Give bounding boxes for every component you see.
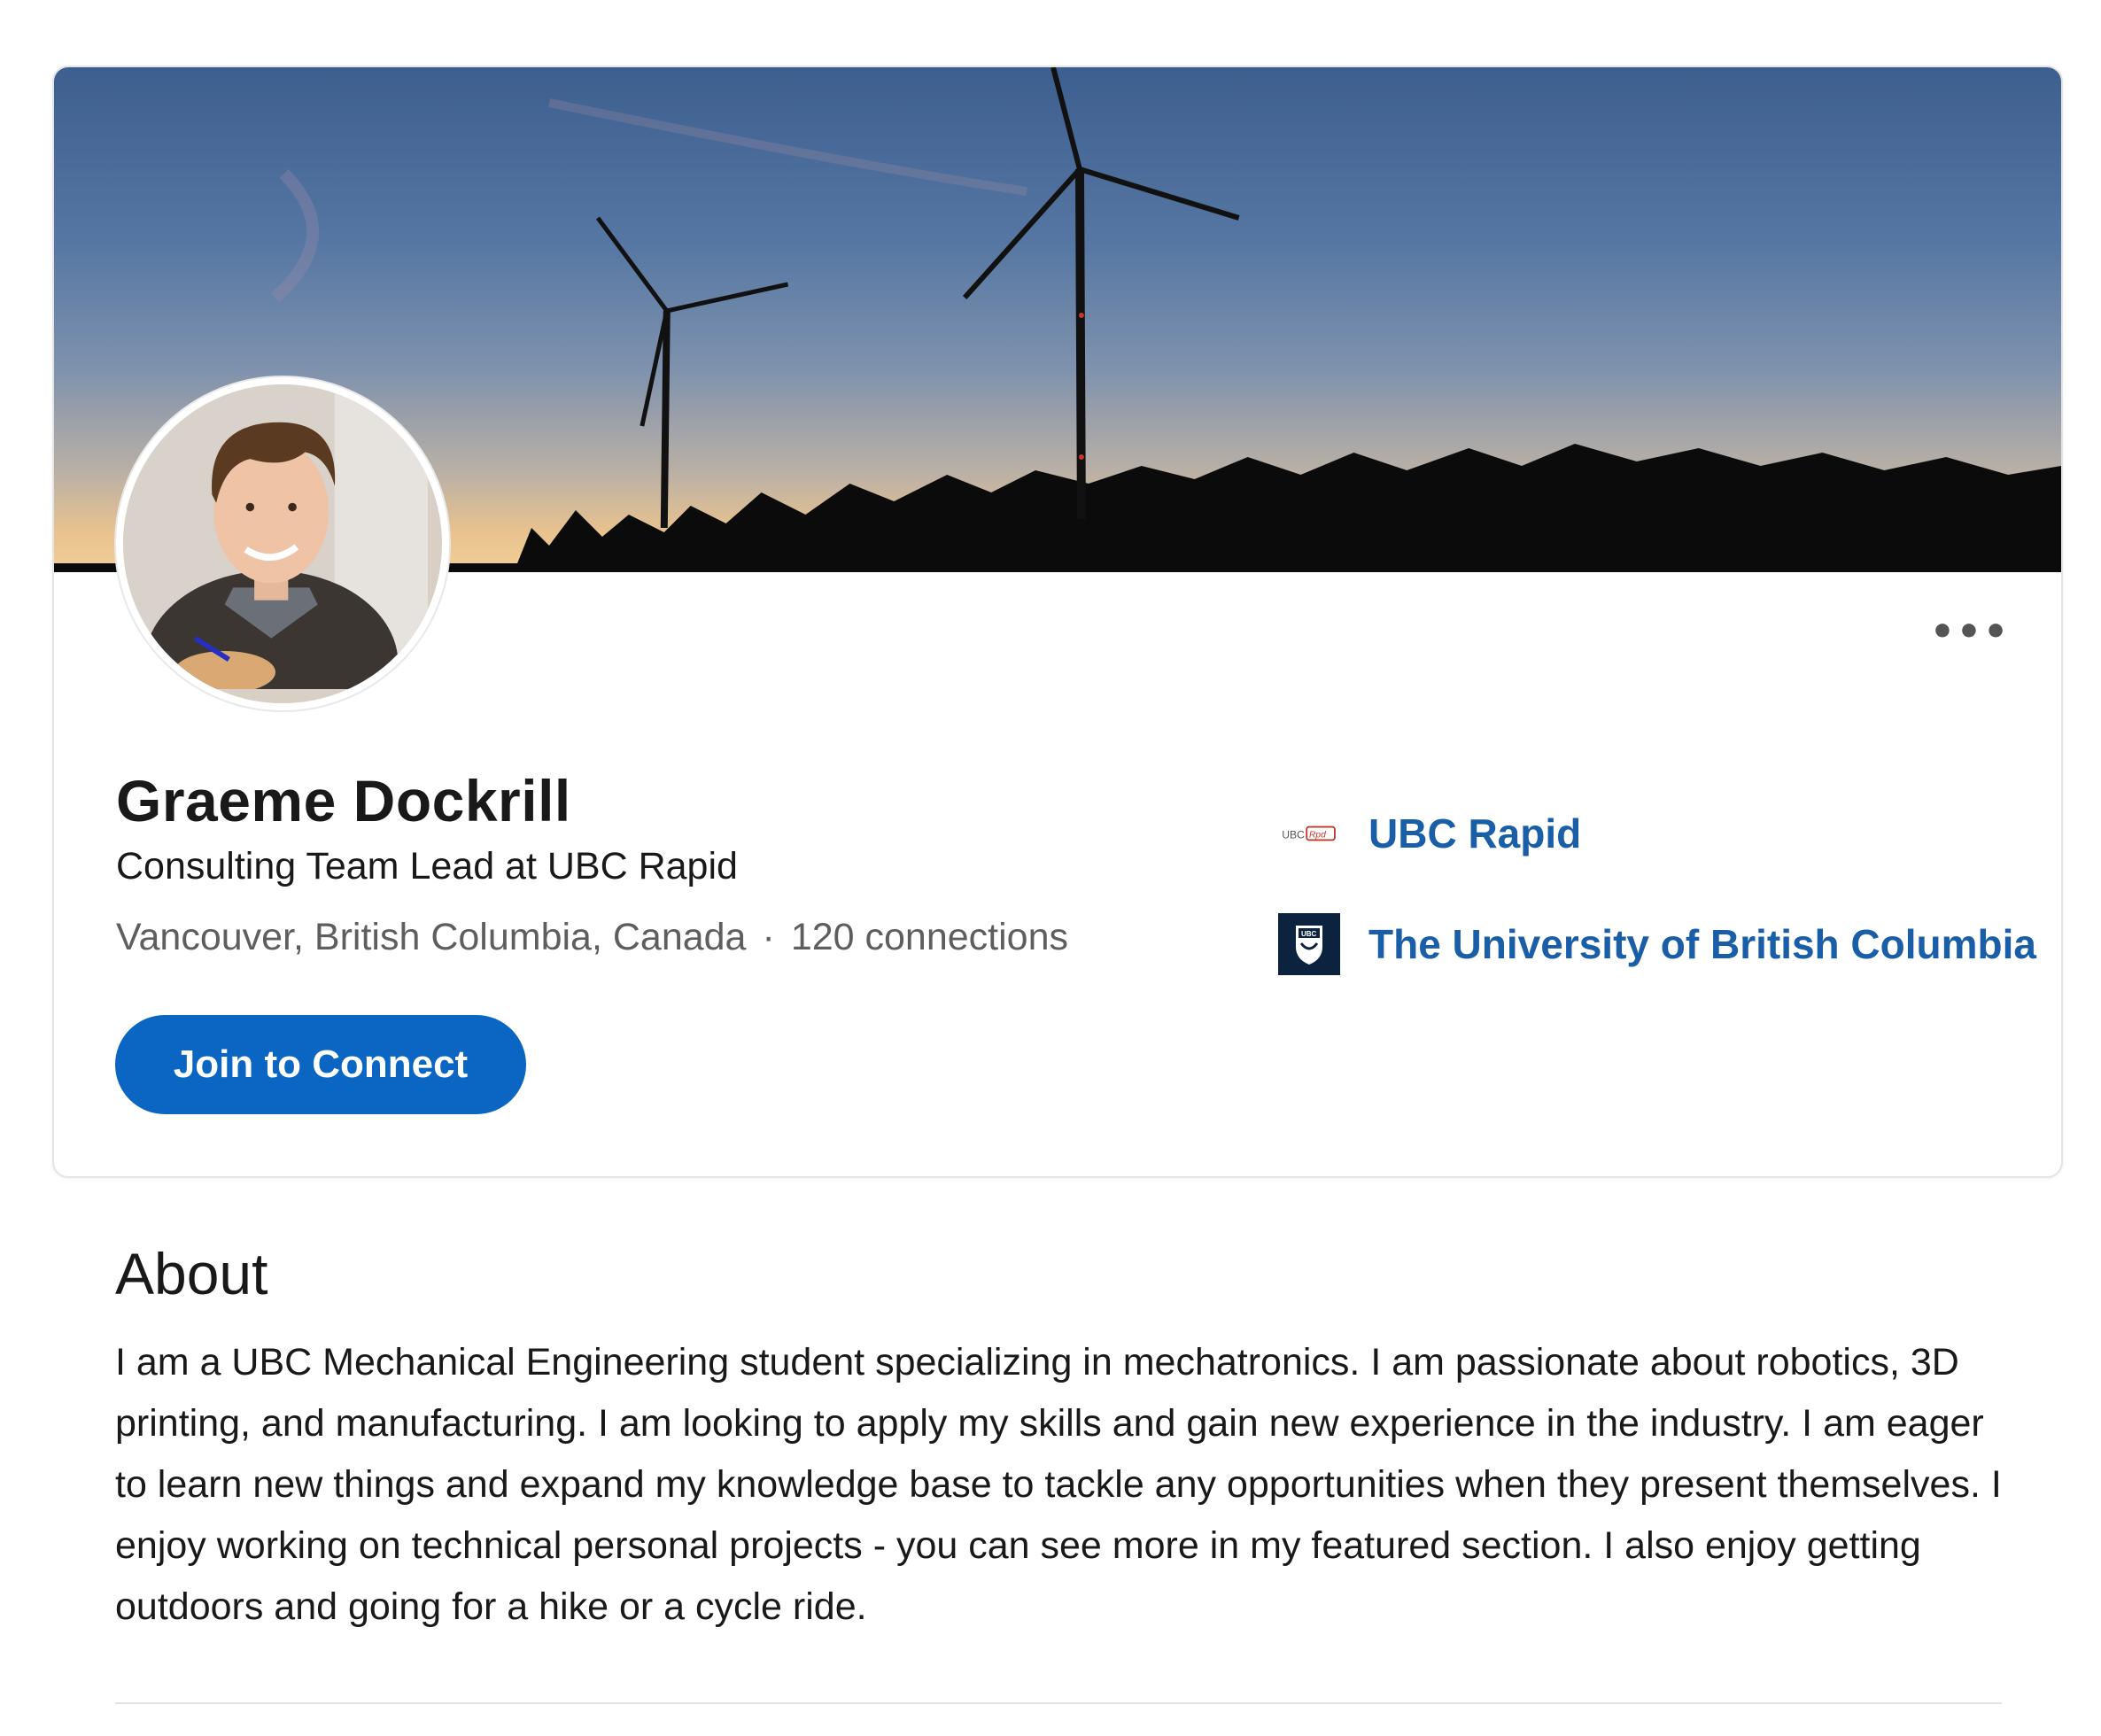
profile-page: ••• Graeme Dockrill Consulting Team Lead… [0, 0, 2101, 1736]
section-divider [115, 1702, 2002, 1704]
affiliation-label: The University of British Columbia [1368, 921, 2036, 967]
profile-card: ••• Graeme Dockrill Consulting Team Lead… [52, 66, 2063, 1178]
avatar-photo [123, 384, 428, 689]
more-icon: ••• [1929, 609, 2011, 655]
affiliation-ubc[interactable]: UBC The University of British Columbia [1278, 913, 2036, 975]
about-text: I am a UBC Mechanical Engineering studen… [115, 1341, 2002, 1628]
about-section: About I am a UBC Mechanical Engineering … [115, 1240, 2002, 1638]
profile-location: Vancouver, British Columbia, Canada [116, 916, 747, 958]
svg-text:UBC: UBC [1282, 829, 1305, 841]
more-options-button[interactable]: ••• [1930, 613, 2008, 661]
profile-meta: Vancouver, British Columbia, Canada · 120 … [116, 916, 1068, 959]
svg-text:UBC: UBC [1301, 930, 1317, 938]
affiliation-label: UBC Rapid [1368, 810, 1582, 856]
affiliation-ubc-rapid[interactable]: UBC Rpd UBC Rapid [1278, 802, 1581, 864]
svg-text:Rpd: Rpd [1309, 831, 1326, 841]
ubc-crest-logo-icon: UBC [1278, 913, 1340, 975]
profile-headline: Consulting Team Lead at UBC Rapid [116, 845, 738, 887]
profile-name: Graeme Dockrill [116, 768, 571, 833]
ubc-rapid-logo-icon: UBC Rpd [1278, 802, 1340, 864]
profile-connections: 120 connections [790, 916, 1068, 958]
meta-separator: · [762, 916, 775, 958]
about-title: About [115, 1241, 268, 1306]
join-to-connect-button[interactable]: Join to Connect [115, 1015, 526, 1114]
profile-avatar[interactable] [116, 377, 449, 710]
